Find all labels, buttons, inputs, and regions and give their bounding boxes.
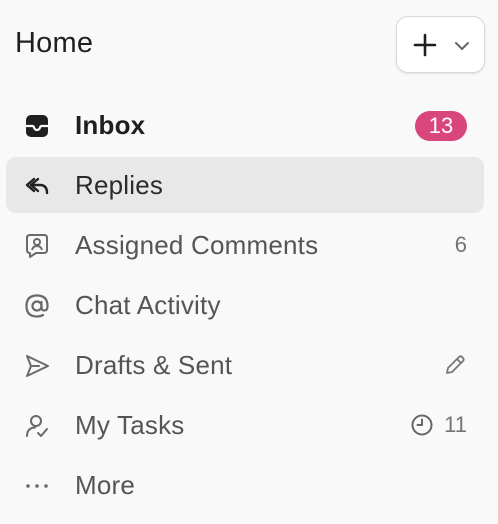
create-new-button[interactable] xyxy=(396,16,485,73)
task-person-icon xyxy=(23,412,51,440)
nav-item-inbox[interactable]: Inbox 13 xyxy=(6,97,484,153)
more-dots-icon xyxy=(23,472,51,500)
nav-item-more[interactable]: More xyxy=(6,457,484,513)
nav-item-replies[interactable]: Replies xyxy=(6,157,484,213)
inbox-tray-icon xyxy=(23,112,51,140)
plus-icon xyxy=(413,33,437,57)
assigned-comment-icon xyxy=(23,232,51,260)
unread-badge: 13 xyxy=(415,111,467,141)
task-count: 11 xyxy=(444,412,467,437)
nav-item-label: Assigned Comments xyxy=(75,230,319,260)
home-header: Home xyxy=(0,0,498,90)
nav-item-label: Chat Activity xyxy=(75,290,221,320)
nav-item-label: Drafts & Sent xyxy=(75,350,233,380)
nav-item-label: Inbox xyxy=(75,110,146,140)
at-sign-icon xyxy=(23,292,51,320)
nav-item-chat-activity[interactable]: Chat Activity xyxy=(6,277,484,333)
nav-item-drafts-sent[interactable]: Drafts & Sent xyxy=(6,337,484,393)
page-title: Home xyxy=(15,27,94,59)
pencil-icon[interactable] xyxy=(443,353,467,377)
nav-item-assigned-comments[interactable]: Assigned Comments 6 xyxy=(6,217,484,273)
nav-item-my-tasks[interactable]: My Tasks 11 xyxy=(6,397,484,453)
nav-item-label: Replies xyxy=(75,170,164,200)
chevron-down-icon[interactable] xyxy=(454,39,470,53)
send-icon xyxy=(23,352,51,380)
nav-item-label: More xyxy=(75,470,136,500)
item-count: 6 xyxy=(454,232,467,257)
nav-item-label: My Tasks xyxy=(75,410,185,440)
clock-icon xyxy=(410,413,434,437)
reply-arrow-icon xyxy=(23,172,51,200)
